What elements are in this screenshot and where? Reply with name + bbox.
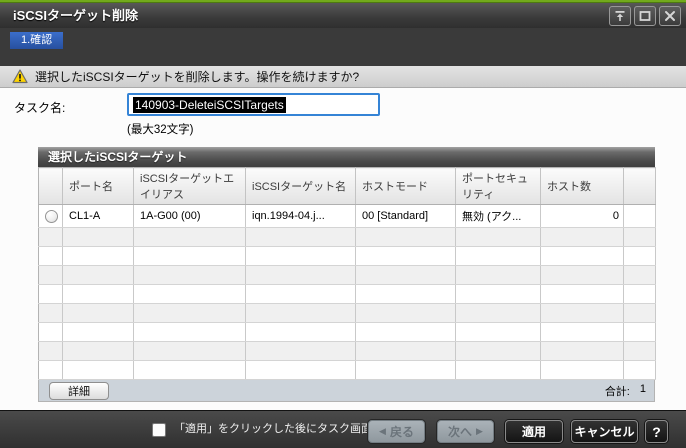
row-select-cell xyxy=(38,204,63,228)
empty-table-row xyxy=(38,322,656,342)
close-button[interactable] xyxy=(659,6,681,26)
apply-button[interactable]: 適用 xyxy=(505,420,563,443)
apply-button-label: 適用 xyxy=(521,425,546,439)
table-row: CL1-A 1A-G00 (00) iqn.1994-04.j... 00 [S… xyxy=(38,204,656,228)
empty-table-row xyxy=(38,284,656,304)
header-cell-host-mode: ホストモード xyxy=(355,167,456,205)
cell-host-mode: 00 [Standard] xyxy=(355,204,456,228)
row-select-radio[interactable] xyxy=(45,209,58,223)
cell-port: CL1-A xyxy=(62,204,134,228)
table-header-row: ポート名 iSCSIターゲットエイリアス iSCSIターゲット名 ホストモード … xyxy=(38,167,656,205)
next-button-label: 次へ xyxy=(448,425,473,439)
total-value: 1 xyxy=(639,382,646,395)
empty-table-row xyxy=(38,360,656,380)
task-name-label: タスク名: xyxy=(14,101,66,115)
step-tab-bar: 1.確認 xyxy=(0,28,686,66)
cell-host-count: 0 xyxy=(540,204,624,228)
back-arrow-icon: ◀ xyxy=(379,426,386,436)
header-cell-port: ポート名 xyxy=(62,167,134,205)
warning-icon xyxy=(12,69,28,84)
cell-target-name: iqn.1994-04.j... xyxy=(245,204,356,228)
cell-alias: 1A-G00 (00) xyxy=(133,204,246,228)
cell-spacer xyxy=(623,204,656,228)
detail-button[interactable]: 詳細 xyxy=(49,381,109,400)
cancel-button-label: キャンセル xyxy=(574,425,635,439)
cell-port-security: 無効 (アク... xyxy=(455,204,541,228)
selected-targets-panel: 選択したiSCSIターゲット ポート名 iSCSIターゲットエイリアス iSCS… xyxy=(38,147,656,402)
header-cell-target-name: iSCSIターゲット名 xyxy=(245,167,356,205)
window-controls xyxy=(609,6,681,26)
next-button[interactable]: 次へ ▶ xyxy=(437,420,494,443)
empty-table-row xyxy=(38,227,656,247)
empty-table-row xyxy=(38,265,656,285)
table-footer: 詳細 合計: 1 xyxy=(38,380,655,402)
header-cell-select xyxy=(38,167,63,205)
header-cell-port-security: ポートセキュリティ xyxy=(455,167,541,205)
next-arrow-icon: ▶ xyxy=(476,426,483,436)
empty-table-row xyxy=(38,341,656,361)
header-cell-host-count: ホスト数 xyxy=(540,167,624,205)
task-name-input[interactable]: 140903-DeleteiSCSITargets xyxy=(127,93,380,116)
cancel-button[interactable]: キャンセル xyxy=(571,420,638,443)
task-name-max-hint: (最大32文字) xyxy=(127,124,194,136)
close-icon xyxy=(664,10,676,22)
total-label: 合計: xyxy=(604,385,630,398)
maximize-icon xyxy=(639,10,651,22)
task-name-value: 140903-DeleteiSCSITargets xyxy=(133,96,286,113)
header-cell-alias: iSCSIターゲットエイリアス xyxy=(133,167,246,205)
table-title: 選択したiSCSIターゲット xyxy=(38,147,655,167)
warning-message: 選択したiSCSIターゲットを削除します。操作を続けますか? xyxy=(35,70,360,84)
maximize-button[interactable] xyxy=(634,6,656,26)
empty-table-row xyxy=(38,303,656,323)
total: 合計: 1 xyxy=(605,383,646,399)
selected-targets-table: ポート名 iSCSIターゲットエイリアス iSCSIターゲット名 ホストモード … xyxy=(38,167,656,380)
show-task-screen-checkbox[interactable] xyxy=(152,423,166,437)
back-button[interactable]: ◀ 戻る xyxy=(368,420,425,443)
delete-iscsi-target-dialog: iSCSIターゲット削除 1.確認 選択したiSCSIターゲットを削除します。操… xyxy=(0,0,686,448)
tab-confirm[interactable]: 1.確認 xyxy=(10,32,64,49)
collapse-icon xyxy=(614,10,626,22)
page-title: iSCSIターゲット削除 xyxy=(13,8,138,23)
bottom-action-bar: 「適用」をクリックした後にタスク画面を表示 ◀ 戻る 次へ ▶ 適用 キャンセル… xyxy=(0,410,686,448)
back-button-label: 戻る xyxy=(389,425,414,439)
title-bar: iSCSIターゲット削除 xyxy=(0,3,686,28)
header-cell-spacer xyxy=(623,167,656,205)
help-button[interactable]: ? xyxy=(645,420,668,443)
empty-table-row xyxy=(38,246,656,266)
warning-bar: 選択したiSCSIターゲットを削除します。操作を続けますか? xyxy=(0,66,686,88)
help-icon: ? xyxy=(652,423,661,440)
collapse-button[interactable] xyxy=(609,6,631,26)
